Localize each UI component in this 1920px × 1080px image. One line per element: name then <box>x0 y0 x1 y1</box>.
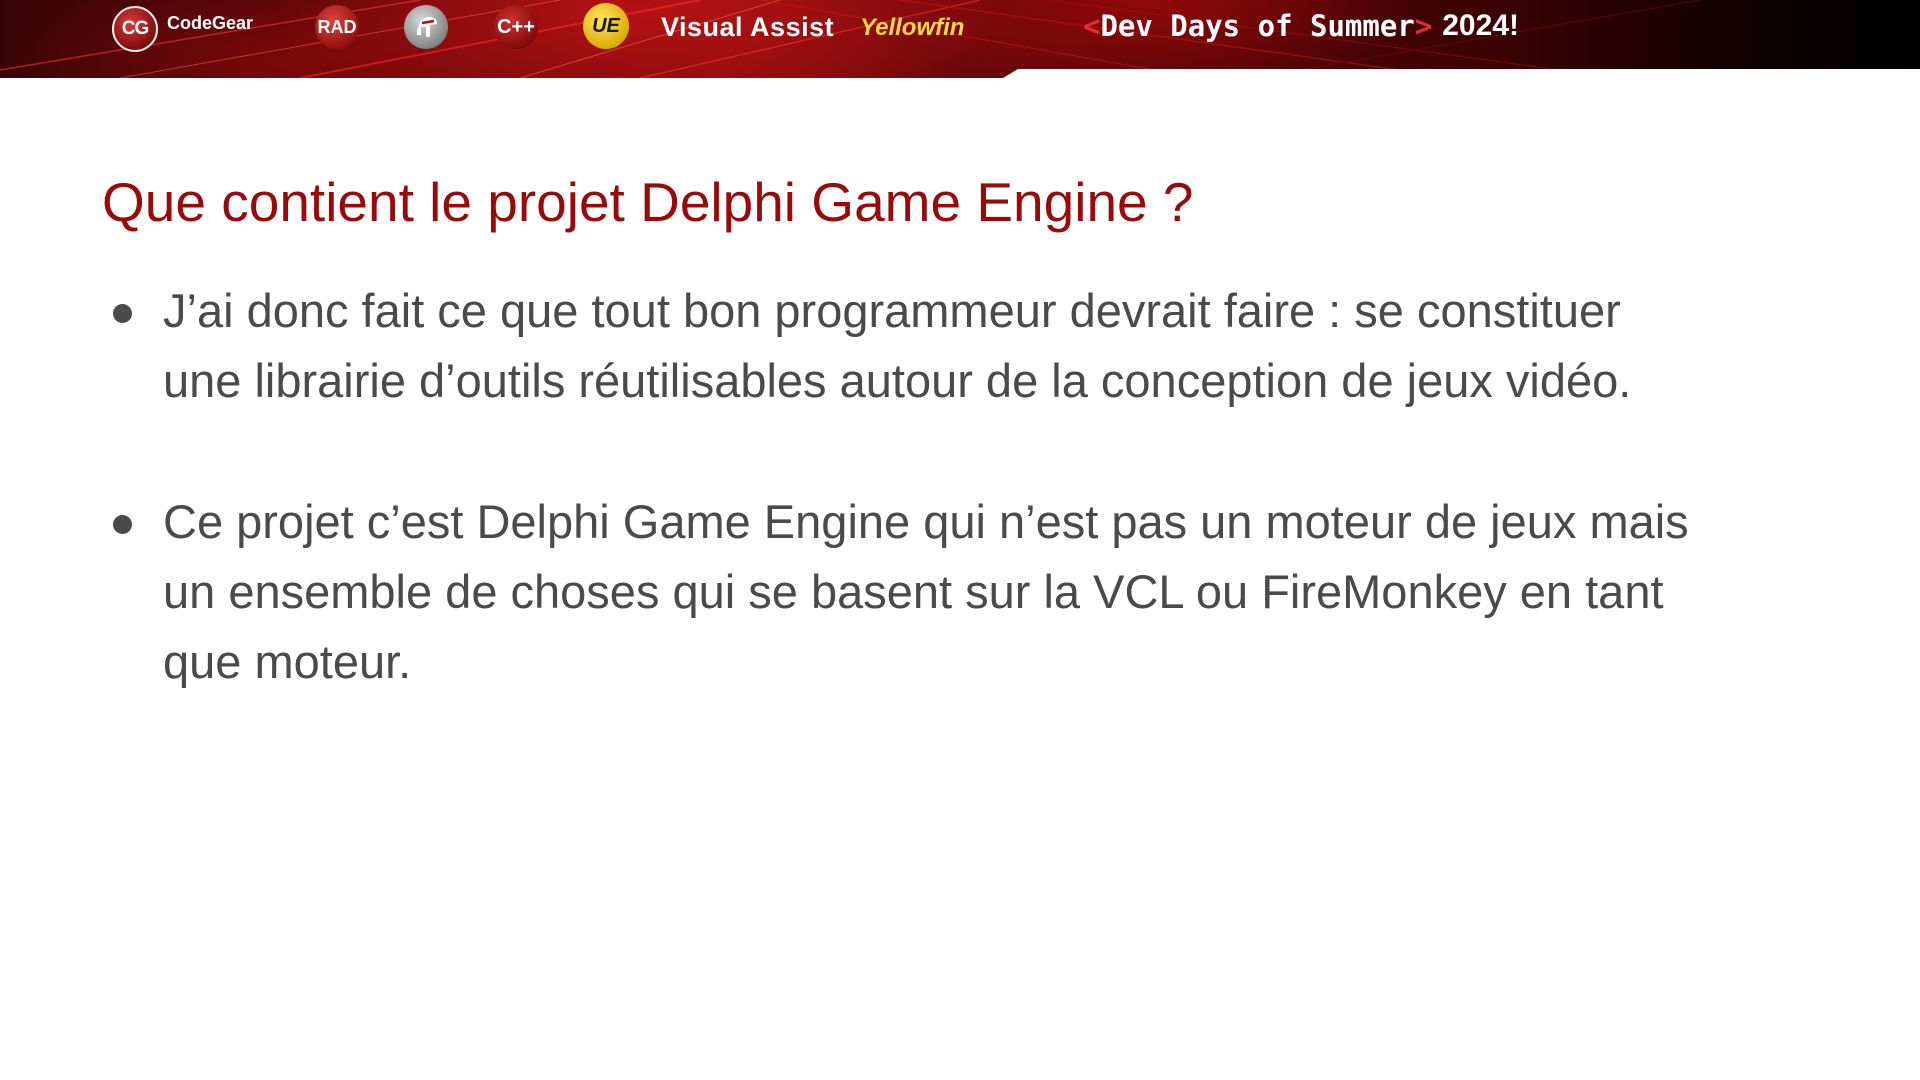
bullet-item: Ce projet c’est Delphi Game Engine qui n… <box>102 487 1822 697</box>
bullet-line: que moteur. <box>163 635 412 688</box>
bullet-line: Ce projet c’est Delphi Game Engine qui n… <box>163 495 1689 548</box>
codegear-logo-label: CodeGear <box>167 13 254 33</box>
bullet-dot-icon <box>113 515 132 534</box>
helmet-glyph <box>417 17 437 37</box>
slide-title: Que contient le projet Delphi Game Engin… <box>102 171 1194 233</box>
event-year: 2024! <box>1442 9 1519 42</box>
event-title: Dev Days of Summer <box>1100 9 1415 43</box>
yellowfin-logo-icon: Yellowfin <box>860 14 965 41</box>
delphi-helmet-logo-icon <box>404 5 448 49</box>
event-close-bracket: > <box>1414 9 1433 43</box>
cpp-builder-logo-label: C++ <box>497 15 535 38</box>
rad-logo-label: RAD <box>317 16 357 37</box>
codegear-logo-icon: CG <box>112 6 158 52</box>
bullet-line: une librairie d’outils réutilisables aut… <box>163 354 1632 407</box>
bullet-item: J’ai donc fait ce que tout bon programme… <box>102 276 1822 416</box>
rad-logo-icon: RAD <box>315 5 359 49</box>
event-open-bracket: < <box>1083 9 1101 43</box>
slide: CG CodeGear RAD C++ UE Visual Assist Yel… <box>0 0 1920 1080</box>
bullet-dot-icon <box>113 304 132 323</box>
sponsor-banner: CG CodeGear RAD C++ UE Visual Assist Yel… <box>0 0 1920 78</box>
event-name: < Dev Days of Summer > 2024! <box>1083 6 1519 46</box>
bullet-list: J’ai donc fait ce que tout bon programme… <box>102 276 1822 697</box>
unreal-engine-logo-icon: UE <box>583 3 629 49</box>
visual-assist-logo-icon: Visual Assist <box>661 12 835 42</box>
sponsor-logos: CG CodeGear RAD C++ UE Visual Assist Yel… <box>0 0 1920 52</box>
bullet-line: un ensemble de choses qui se basent sur … <box>163 565 1664 618</box>
cpp-builder-logo-icon: C++ <box>494 5 538 49</box>
unreal-engine-logo-label: UE <box>592 14 620 37</box>
codegear-logo-mark: CG <box>121 18 149 39</box>
bullet-line: J’ai donc fait ce que tout bon programme… <box>163 284 1621 337</box>
